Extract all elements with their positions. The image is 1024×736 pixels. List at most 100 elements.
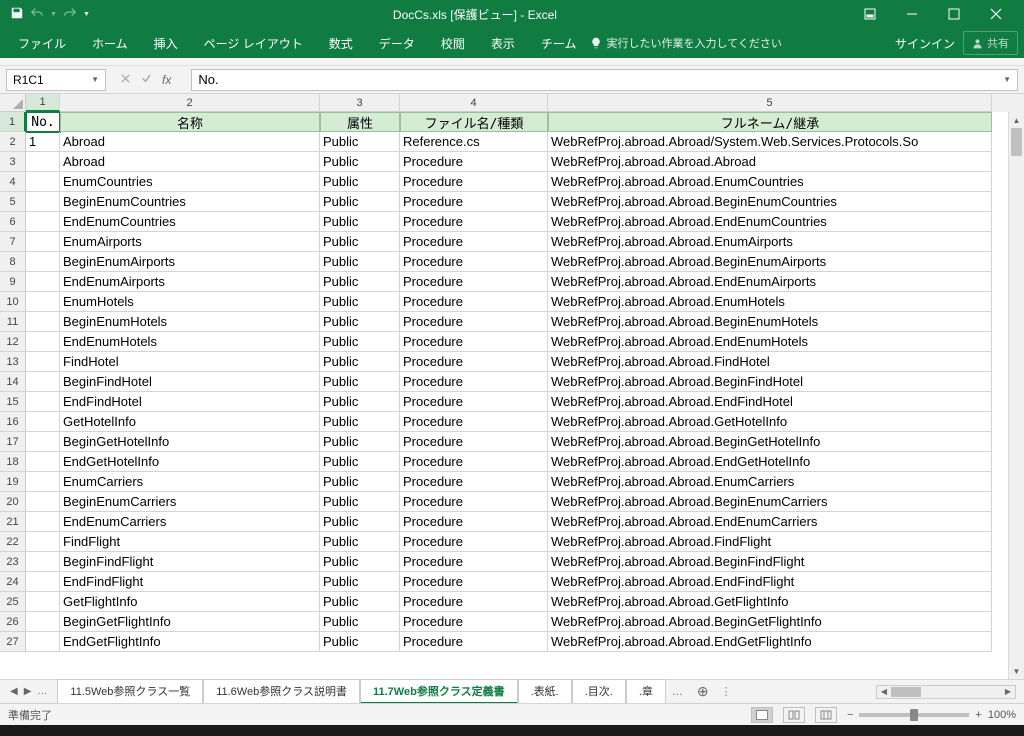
cell[interactable]: 1 — [26, 132, 60, 152]
cell[interactable] — [26, 252, 60, 272]
row-header[interactable]: 2 — [0, 132, 26, 152]
sheet-tab[interactable]: .表紙. — [518, 679, 572, 704]
minimize-button[interactable] — [892, 0, 932, 28]
formula-expand-icon[interactable]: ▼ — [1003, 75, 1011, 84]
cell[interactable]: Reference.cs — [400, 132, 548, 152]
sheet-tab[interactable]: 11.7Web参照クラス定義書 — [360, 679, 518, 704]
zoom-level[interactable]: 100% — [988, 709, 1016, 721]
row-header[interactable]: 10 — [0, 292, 26, 312]
row-header[interactable]: 27 — [0, 632, 26, 652]
cell[interactable]: EnumCountries — [60, 172, 320, 192]
cell[interactable]: WebRefProj.abroad.Abroad.EndEnumCarriers — [548, 512, 992, 532]
tab-review[interactable]: 校閲 — [429, 30, 477, 57]
cell[interactable]: FindFlight — [60, 532, 320, 552]
cell[interactable]: EndEnumAirports — [60, 272, 320, 292]
redo-icon[interactable] — [63, 6, 77, 23]
cell[interactable]: EndFindHotel — [60, 392, 320, 412]
signin-link[interactable]: サインイン — [895, 35, 955, 52]
cell[interactable]: EndEnumCarriers — [60, 512, 320, 532]
scroll-up-icon[interactable]: ▲ — [1009, 112, 1024, 128]
row-header[interactable]: 14 — [0, 372, 26, 392]
col-header[interactable]: 3 — [320, 94, 400, 112]
cell[interactable]: FindHotel — [60, 352, 320, 372]
cell[interactable]: WebRefProj.abroad.Abroad.EnumCountries — [548, 172, 992, 192]
row-header[interactable]: 15 — [0, 392, 26, 412]
cell[interactable]: WebRefProj.abroad.Abroad.BeginEnumHotels — [548, 312, 992, 332]
cell[interactable] — [26, 272, 60, 292]
ribbon-display-icon[interactable] — [850, 0, 890, 28]
tab-pagelayout[interactable]: ページ レイアウト — [192, 30, 315, 57]
cell[interactable] — [26, 192, 60, 212]
cell[interactable]: BeginEnumAirports — [60, 252, 320, 272]
cell[interactable]: Public — [320, 212, 400, 232]
col-header[interactable]: 2 — [60, 94, 320, 112]
cell[interactable]: Public — [320, 232, 400, 252]
cell[interactable]: No. — [26, 112, 60, 132]
row-header[interactable]: 17 — [0, 432, 26, 452]
cell[interactable]: Procedure — [400, 472, 548, 492]
row-header[interactable]: 21 — [0, 512, 26, 532]
fx-icon[interactable]: fx — [162, 73, 177, 87]
cell[interactable] — [26, 312, 60, 332]
cell[interactable]: Public — [320, 532, 400, 552]
cell[interactable]: Public — [320, 472, 400, 492]
cell[interactable]: Abroad — [60, 132, 320, 152]
cell[interactable]: WebRefProj.abroad.Abroad.EnumCarriers — [548, 472, 992, 492]
sheet-nav-next-icon[interactable]: ▶ — [22, 686, 34, 697]
row-header[interactable]: 4 — [0, 172, 26, 192]
cell[interactable]: Public — [320, 412, 400, 432]
cell[interactable]: Procedure — [400, 412, 548, 432]
cell[interactable]: WebRefProj.abroad.Abroad.EnumHotels — [548, 292, 992, 312]
enter-formula-icon[interactable] — [141, 73, 152, 87]
save-icon[interactable] — [10, 6, 24, 23]
cell[interactable]: BeginEnumCountries — [60, 192, 320, 212]
cell[interactable]: WebRefProj.abroad.Abroad.EndEnumCountrie… — [548, 212, 992, 232]
cell[interactable]: ファイル名/種類 — [400, 112, 548, 132]
sheet-add-button[interactable]: ⊕ — [689, 683, 717, 700]
cell[interactable]: Public — [320, 572, 400, 592]
cell[interactable] — [26, 392, 60, 412]
cell[interactable]: Procedure — [400, 192, 548, 212]
cell[interactable]: Public — [320, 592, 400, 612]
cell[interactable] — [26, 512, 60, 532]
tab-home[interactable]: ホーム — [80, 30, 140, 57]
row-header[interactable]: 6 — [0, 212, 26, 232]
row-header[interactable]: 13 — [0, 352, 26, 372]
hscroll-thumb[interactable] — [891, 687, 921, 697]
cell[interactable]: Public — [320, 272, 400, 292]
cell[interactable]: WebRefProj.abroad.Abroad.EndEnumHotels — [548, 332, 992, 352]
cell[interactable]: Public — [320, 152, 400, 172]
select-all-corner[interactable] — [0, 94, 26, 112]
horizontal-scrollbar[interactable]: ◀ ▶ — [876, 685, 1016, 699]
hscroll-right-icon[interactable]: ▶ — [1001, 686, 1015, 698]
cell[interactable]: Procedure — [400, 272, 548, 292]
cell[interactable]: WebRefProj.abroad.Abroad.EnumAirports — [548, 232, 992, 252]
col-header[interactable]: 5 — [548, 94, 992, 112]
cell[interactable]: BeginFindFlight — [60, 552, 320, 572]
cell[interactable]: BeginGetFlightInfo — [60, 612, 320, 632]
cell[interactable]: EnumCarriers — [60, 472, 320, 492]
view-pagelayout-icon[interactable] — [783, 707, 805, 723]
row-header[interactable]: 16 — [0, 412, 26, 432]
cell[interactable]: Procedure — [400, 432, 548, 452]
row-header[interactable]: 26 — [0, 612, 26, 632]
cell[interactable]: GetHotelInfo — [60, 412, 320, 432]
cell[interactable]: WebRefProj.abroad.Abroad.BeginFindFlight — [548, 552, 992, 572]
cell[interactable]: WebRefProj.abroad.Abroad.EndFindHotel — [548, 392, 992, 412]
row-header[interactable]: 22 — [0, 532, 26, 552]
cell[interactable]: Public — [320, 392, 400, 412]
cell[interactable]: WebRefProj.abroad.Abroad.BeginGetHotelIn… — [548, 432, 992, 452]
row-header[interactable]: 11 — [0, 312, 26, 332]
cell[interactable]: EndGetHotelInfo — [60, 452, 320, 472]
tab-team[interactable]: チーム — [529, 30, 589, 57]
cell[interactable] — [26, 152, 60, 172]
zoom-out-button[interactable]: − — [847, 709, 853, 721]
cell[interactable]: WebRefProj.abroad.Abroad.EndEnumAirports — [548, 272, 992, 292]
view-normal-icon[interactable] — [751, 707, 773, 723]
cell[interactable]: Public — [320, 612, 400, 632]
scroll-thumb[interactable] — [1011, 128, 1022, 156]
view-pagebreak-icon[interactable] — [815, 707, 837, 723]
cell[interactable]: Procedure — [400, 212, 548, 232]
tab-splitter[interactable]: ⋮ — [717, 685, 736, 698]
row-header[interactable]: 9 — [0, 272, 26, 292]
